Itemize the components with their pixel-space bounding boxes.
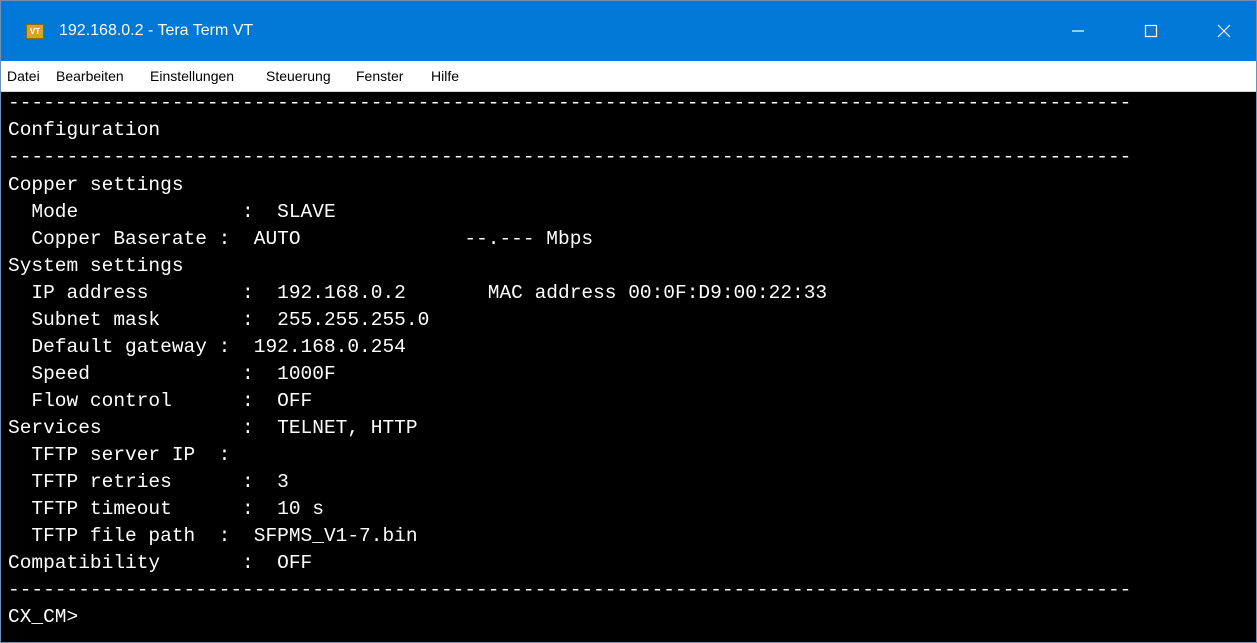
window-title: 192.168.0.2 - Tera Term VT — [59, 22, 254, 39]
app-icon-label: VT — [29, 27, 41, 36]
terminal-line: Speed : 1000F — [8, 363, 336, 385]
terminal-window: VT 192.168.0.2 - Tera Term VT Datei Bear… — [0, 0, 1257, 643]
terminal-line: Subnet mask : 255.255.255.0 — [8, 309, 430, 331]
menu-item-bearbeiten[interactable]: Bearbeiten — [56, 67, 124, 85]
terminal-line-separator: ----------------------------------------… — [8, 92, 1132, 114]
terminal-line: TFTP file path : SFPMS_V1-7.bin — [8, 525, 418, 547]
terminal-line: Mode : SLAVE — [8, 201, 336, 223]
terminal-line: Flow control : OFF — [8, 390, 313, 412]
menu-item-hilfe[interactable]: Hilfe — [431, 67, 459, 85]
maximize-button[interactable] — [1124, 1, 1178, 61]
terminal-line-section: System settings — [8, 255, 184, 277]
menu-bar: Datei Bearbeiten Einstellungen Steuerung… — [1, 61, 1256, 92]
menu-item-einstellungen[interactable]: Einstellungen — [150, 67, 234, 85]
title-bar[interactable]: VT 192.168.0.2 - Tera Term VT — [1, 1, 1256, 61]
menu-item-fenster[interactable]: Fenster — [356, 67, 403, 85]
close-button[interactable] — [1197, 1, 1251, 61]
terminal-line: IP address : 192.168.0.2 MAC address 00:… — [8, 282, 828, 304]
terminal-line-separator: ----------------------------------------… — [8, 146, 1132, 168]
terminal-line-section: Copper settings — [8, 174, 184, 196]
menu-item-datei[interactable]: Datei — [7, 67, 40, 85]
command-prompt: CX_CM> — [8, 606, 79, 628]
maximize-icon — [1144, 24, 1158, 38]
close-icon — [1217, 24, 1231, 38]
teraterm-icon[interactable]: VT — [26, 24, 44, 39]
terminal-prompt-line[interactable]: CX_CM> — [8, 604, 78, 631]
terminal-line: Default gateway : 192.168.0.254 — [8, 336, 406, 358]
terminal-line-section: Services : TELNET, HTTP — [8, 417, 418, 439]
menu-item-steuerung[interactable]: Steuerung — [266, 67, 331, 85]
terminal-line: Copper Baserate : AUTO --.--- Mbps — [8, 228, 594, 250]
terminal-line: TFTP retries : 3 — [8, 471, 289, 493]
terminal-line-section: Compatibility : OFF — [8, 552, 313, 574]
terminal-line-separator: ----------------------------------------… — [8, 579, 1132, 601]
terminal-line: TFTP server IP : — [8, 444, 231, 466]
terminal-screen[interactable]: ----------------------------------------… — [1, 92, 1256, 642]
minimize-button[interactable] — [1051, 1, 1105, 61]
minimize-icon — [1072, 30, 1084, 32]
terminal-line-heading: Configuration — [8, 119, 161, 141]
terminal-line: TFTP timeout : 10 s — [8, 498, 324, 520]
